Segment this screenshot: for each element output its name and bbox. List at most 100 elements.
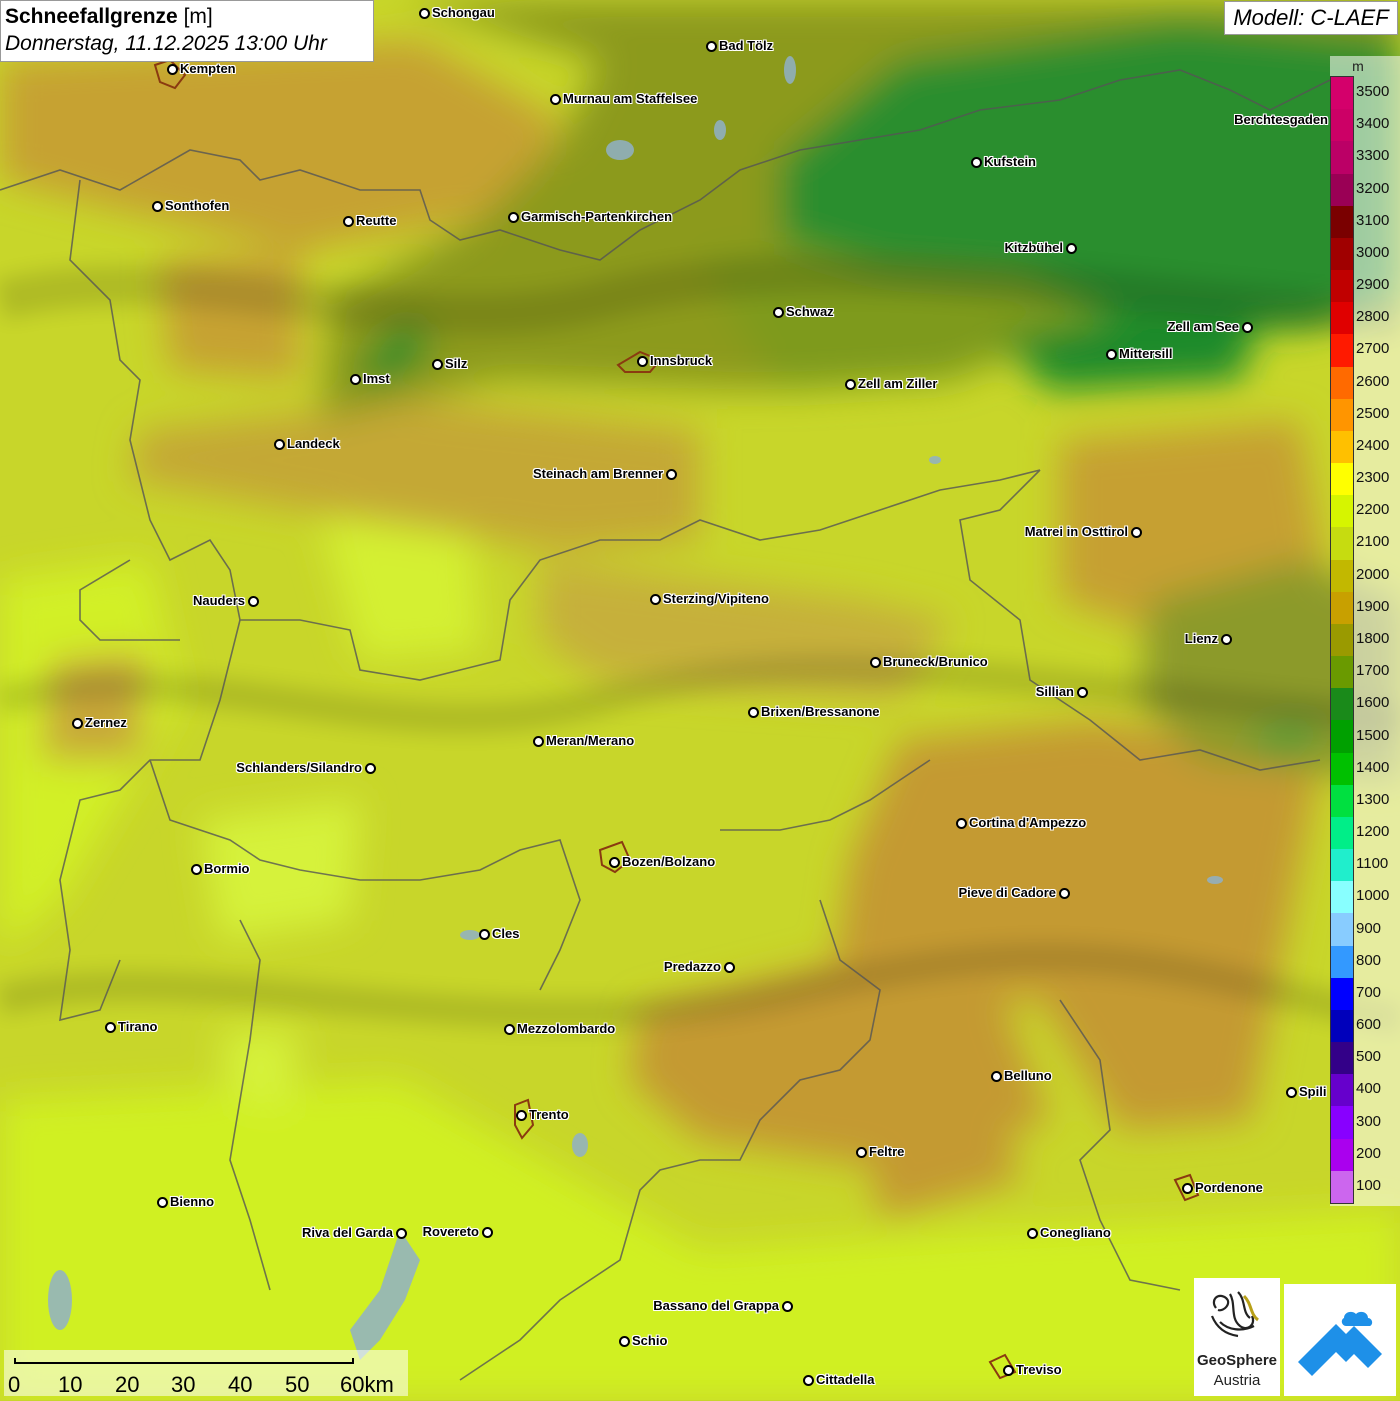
city-marker[interactable] (956, 818, 967, 829)
snowline-map[interactable]: Schongau Bad Tölz Kempten Murnau am Staffel… (0, 0, 1400, 1400)
legend-label: 1000 (1356, 887, 1390, 905)
city-marker[interactable] (748, 707, 759, 718)
legend-label: 200 (1356, 1144, 1382, 1162)
city-marker[interactable] (1106, 349, 1117, 360)
city-marker[interactable] (550, 94, 561, 105)
city-marker[interactable] (650, 594, 661, 605)
city-marker[interactable] (508, 212, 519, 223)
map-title-name: Schneefallgrenze (5, 5, 178, 28)
city-label: Predazzo (663, 959, 721, 974)
city-label: Zell am Ziller (858, 376, 938, 391)
app-logo[interactable] (1284, 1284, 1396, 1396)
scale-bar-label: 40 (228, 1372, 253, 1397)
city-marker[interactable] (1003, 1365, 1014, 1376)
city-label: Pordenone (1195, 1180, 1263, 1195)
city-marker[interactable] (350, 374, 361, 385)
city-marker[interactable] (419, 8, 430, 19)
logo-line2: Austria (1213, 1372, 1261, 1389)
legend-swatch (1331, 463, 1353, 496)
city-label: Feltre (869, 1144, 905, 1159)
city-marker[interactable] (1131, 527, 1142, 538)
city-label: Trento (529, 1107, 569, 1122)
legend-swatch (1331, 849, 1353, 882)
legend-label: 1800 (1356, 630, 1390, 647)
city-marker[interactable] (516, 1110, 527, 1121)
city-marker[interactable] (504, 1024, 515, 1035)
legend-label: 1700 (1356, 662, 1390, 680)
city-marker[interactable] (773, 307, 784, 318)
city-marker[interactable] (637, 356, 648, 367)
city-marker[interactable] (533, 736, 544, 747)
city-label: Zell am See (1167, 319, 1239, 334)
city-marker[interactable] (152, 201, 163, 212)
legend-label: 2200 (1356, 501, 1390, 519)
city-marker[interactable] (724, 962, 735, 973)
logo-line1: GeoSphere (1196, 1352, 1278, 1369)
legend-label: 2400 (1356, 436, 1390, 454)
city-label: Cittadella (816, 1372, 875, 1387)
city-marker[interactable] (1221, 634, 1232, 645)
scale-bar-label: 0 (8, 1372, 21, 1397)
city-marker[interactable] (870, 657, 881, 668)
city-label: Nauders (192, 593, 245, 608)
legend-swatch (1331, 1138, 1353, 1172)
city-marker[interactable] (248, 596, 259, 607)
city-marker[interactable] (619, 1336, 630, 1347)
city-marker[interactable] (1182, 1183, 1193, 1194)
legend-label: 3300 (1356, 147, 1390, 165)
city-label: Kufstein (984, 154, 1036, 169)
city-marker[interactable] (706, 41, 717, 52)
city-label: Schwaz (786, 304, 834, 319)
city-marker[interactable] (609, 857, 620, 868)
map-title-unit: [m] (183, 5, 213, 28)
city-marker[interactable] (971, 157, 982, 168)
legend-label: 1500 (1356, 726, 1390, 744)
city-marker[interactable] (856, 1147, 867, 1158)
legend-label: 1400 (1356, 758, 1390, 776)
city-marker[interactable] (167, 64, 178, 75)
mountain-weather-app-icon (1298, 1311, 1382, 1376)
city-marker[interactable] (1242, 322, 1253, 333)
city-marker[interactable] (105, 1022, 116, 1033)
legend-swatch (1331, 334, 1353, 368)
legend-label: 1900 (1356, 597, 1390, 615)
legend-label: 3400 (1356, 115, 1390, 133)
city-marker[interactable] (479, 929, 490, 940)
city-label: Belluno (1004, 1068, 1052, 1083)
city-label: Sillian (1035, 684, 1074, 699)
city-marker[interactable] (343, 216, 354, 227)
legend-swatch (1331, 1009, 1353, 1043)
map-datetime: Donnerstag, 11.12.2025 13:00 Uhr (5, 32, 327, 55)
city-marker[interactable] (1066, 243, 1077, 254)
city-marker[interactable] (1027, 1228, 1038, 1239)
legend-swatch (1331, 270, 1353, 303)
city-marker[interactable] (191, 864, 202, 875)
legend-label: 3200 (1356, 179, 1390, 197)
city-marker[interactable] (991, 1071, 1002, 1082)
city-marker[interactable] (1077, 687, 1088, 698)
city-marker[interactable] (274, 439, 285, 450)
city-label: Lienz (1184, 631, 1218, 646)
legend-swatch (1331, 913, 1353, 947)
city-marker[interactable] (396, 1228, 407, 1239)
legend-label: 1100 (1356, 855, 1389, 873)
city-marker[interactable] (482, 1227, 493, 1238)
city-marker[interactable] (782, 1301, 793, 1312)
legend-label: 1600 (1356, 694, 1390, 712)
city-label: Berchtesgaden (1234, 112, 1328, 127)
city-marker[interactable] (666, 469, 677, 480)
city-label: Treviso (1016, 1362, 1062, 1377)
legend-label: 1200 (1356, 823, 1390, 841)
legend-label: 800 (1356, 951, 1382, 969)
city-marker[interactable] (1059, 888, 1070, 899)
geosphere-logo[interactable]: GeoSphere Austria (1194, 1278, 1280, 1396)
city-marker[interactable] (72, 718, 83, 729)
city-marker[interactable] (432, 359, 443, 370)
city-marker[interactable] (1286, 1087, 1297, 1098)
city-marker[interactable] (365, 763, 376, 774)
city-marker[interactable] (157, 1197, 168, 1208)
city-marker[interactable] (845, 379, 856, 390)
city-marker[interactable] (803, 1375, 814, 1386)
legend-swatch (1331, 495, 1353, 528)
legend-label: 2300 (1356, 469, 1390, 487)
